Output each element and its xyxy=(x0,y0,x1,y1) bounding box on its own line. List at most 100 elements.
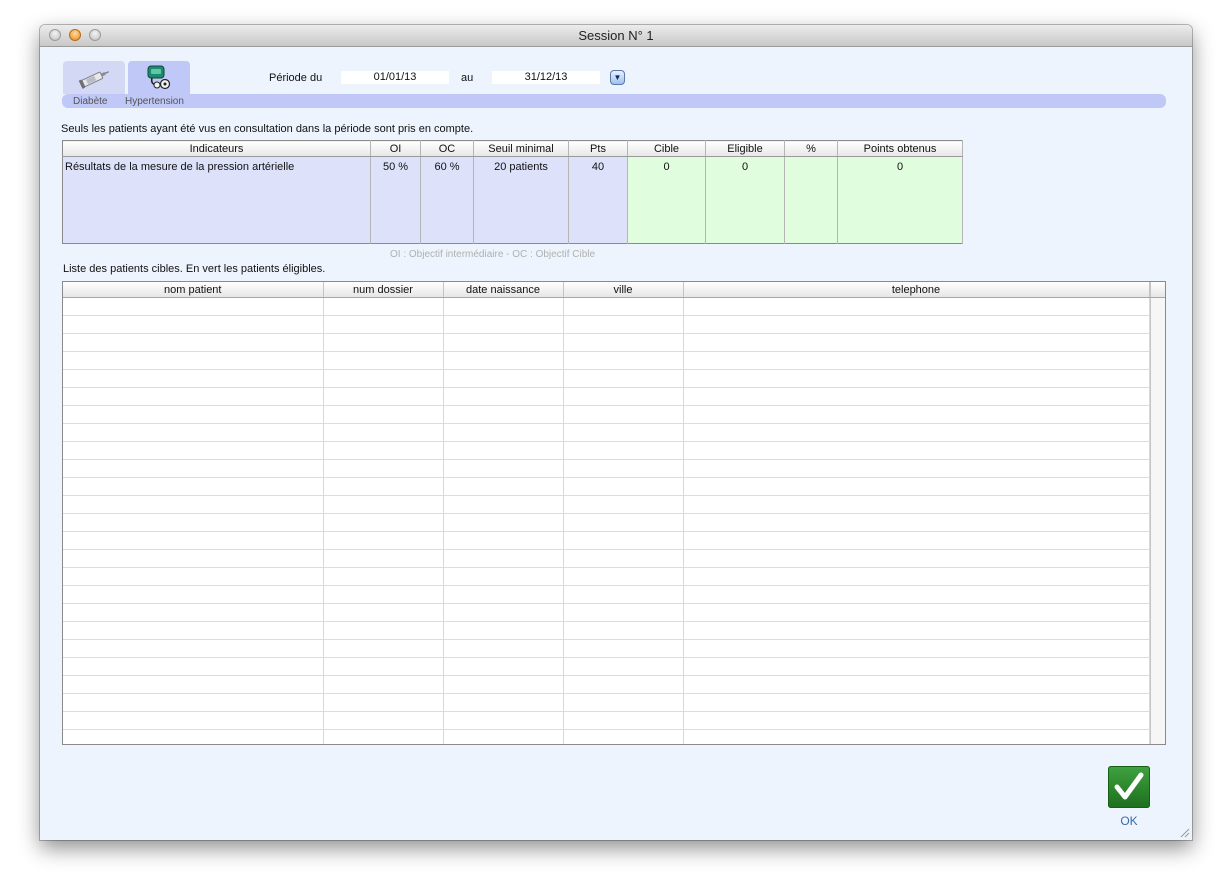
col-points-header[interactable]: Points obtenus xyxy=(837,140,963,157)
patient-cell xyxy=(63,603,324,622)
patient-row[interactable] xyxy=(63,639,1150,658)
period-popup-button[interactable]: ▼ xyxy=(610,70,625,85)
patient-row[interactable] xyxy=(63,531,1150,550)
patient-cell xyxy=(63,441,324,460)
tab-diabete[interactable] xyxy=(63,61,125,94)
patient-row[interactable] xyxy=(63,729,1150,744)
patient-cell xyxy=(683,315,1150,334)
col-indicateurs-header[interactable]: Indicateurs xyxy=(62,140,371,157)
patient-cell xyxy=(63,531,324,550)
period-end-field[interactable]: 31/12/13 xyxy=(492,71,600,84)
patient-cell xyxy=(63,315,324,334)
objectives-legend: OI : Objectif intermédiaire - OC : Objec… xyxy=(390,249,596,260)
col-oi-header[interactable]: OI xyxy=(370,140,421,157)
patient-cell xyxy=(63,459,324,478)
patient-row[interactable] xyxy=(63,657,1150,676)
patient-cell xyxy=(323,369,444,388)
col-oc-header[interactable]: OC xyxy=(420,140,474,157)
patient-row[interactable] xyxy=(63,405,1150,424)
patient-row[interactable] xyxy=(63,351,1150,370)
patient-cell xyxy=(443,441,564,460)
patient-row[interactable] xyxy=(63,369,1150,388)
patient-cell xyxy=(683,423,1150,442)
patient-row[interactable] xyxy=(63,585,1150,604)
patient-cell xyxy=(563,621,684,640)
patient-cell xyxy=(323,639,444,658)
patient-row[interactable] xyxy=(63,675,1150,694)
patient-cell xyxy=(683,513,1150,532)
patient-cell xyxy=(63,675,324,694)
patient-cell xyxy=(563,441,684,460)
patients-table[interactable]: nom patient num dossier date naissance v… xyxy=(62,281,1166,745)
patient-cell xyxy=(443,405,564,424)
patient-row[interactable] xyxy=(63,495,1150,514)
patient-cell xyxy=(563,567,684,586)
patient-cell xyxy=(563,603,684,622)
patient-row[interactable] xyxy=(63,711,1150,730)
ok-button[interactable] xyxy=(1108,766,1150,808)
col-date-naissance-header[interactable]: date naissance xyxy=(443,282,564,298)
patient-row[interactable] xyxy=(63,513,1150,532)
patient-cell xyxy=(63,567,324,586)
patient-cell xyxy=(563,693,684,712)
patient-cell xyxy=(563,315,684,334)
patient-cell xyxy=(563,423,684,442)
col-eligible-header[interactable]: Eligible xyxy=(705,140,785,157)
indicator-eligible-cell: 0 xyxy=(705,156,785,244)
patient-row[interactable] xyxy=(63,477,1150,496)
patient-row[interactable] xyxy=(63,333,1150,352)
patient-row[interactable] xyxy=(63,603,1150,622)
patient-cell xyxy=(323,315,444,334)
patient-cell xyxy=(63,297,324,316)
indicator-pct-cell xyxy=(784,156,838,244)
col-nom-patient-header[interactable]: nom patient xyxy=(63,282,324,298)
patient-row[interactable] xyxy=(63,441,1150,460)
patient-cell xyxy=(443,603,564,622)
patient-row[interactable] xyxy=(63,387,1150,406)
indicator-row[interactable]: Résultats de la mesure de la pression ar… xyxy=(62,156,963,244)
patient-cell xyxy=(63,513,324,532)
patient-row[interactable] xyxy=(63,567,1150,586)
patient-cell xyxy=(563,333,684,352)
patient-cell xyxy=(323,477,444,496)
patient-cell xyxy=(683,495,1150,514)
patient-cell xyxy=(563,639,684,658)
patient-cell xyxy=(563,369,684,388)
patient-cell xyxy=(683,477,1150,496)
patient-cell xyxy=(443,369,564,388)
col-ville-header[interactable]: ville xyxy=(563,282,684,298)
patient-cell xyxy=(323,585,444,604)
patients-body xyxy=(63,297,1150,744)
patient-cell xyxy=(683,441,1150,460)
patient-cell xyxy=(683,621,1150,640)
patient-cell xyxy=(443,459,564,478)
patient-cell xyxy=(63,549,324,568)
col-pts-header[interactable]: Pts xyxy=(568,140,628,157)
patient-cell xyxy=(443,351,564,370)
col-seuil-header[interactable]: Seuil minimal xyxy=(473,140,569,157)
patient-row[interactable] xyxy=(63,621,1150,640)
patient-row[interactable] xyxy=(63,693,1150,712)
col-cible-header[interactable]: Cible xyxy=(627,140,706,157)
col-num-dossier-header[interactable]: num dossier xyxy=(323,282,444,298)
vertical-scrollbar[interactable] xyxy=(1150,298,1165,744)
resize-grip[interactable] xyxy=(1180,828,1190,838)
patient-cell xyxy=(443,693,564,712)
patient-row[interactable] xyxy=(63,423,1150,442)
patient-row[interactable] xyxy=(63,297,1150,316)
patient-cell xyxy=(323,405,444,424)
patient-cell xyxy=(323,549,444,568)
patient-row[interactable] xyxy=(63,315,1150,334)
col-pct-header[interactable]: % xyxy=(784,140,838,157)
patient-cell xyxy=(323,459,444,478)
patients-header-row: nom patient num dossier date naissance v… xyxy=(63,282,1150,298)
patient-cell xyxy=(443,315,564,334)
patient-cell xyxy=(683,603,1150,622)
patient-cell xyxy=(563,495,684,514)
col-telephone-header[interactable]: telephone xyxy=(683,282,1150,298)
patient-row[interactable] xyxy=(63,549,1150,568)
patient-row[interactable] xyxy=(63,459,1150,478)
period-start-field[interactable]: 01/01/13 xyxy=(341,71,449,84)
patient-cell xyxy=(443,477,564,496)
tab-hypertension[interactable] xyxy=(128,61,190,94)
